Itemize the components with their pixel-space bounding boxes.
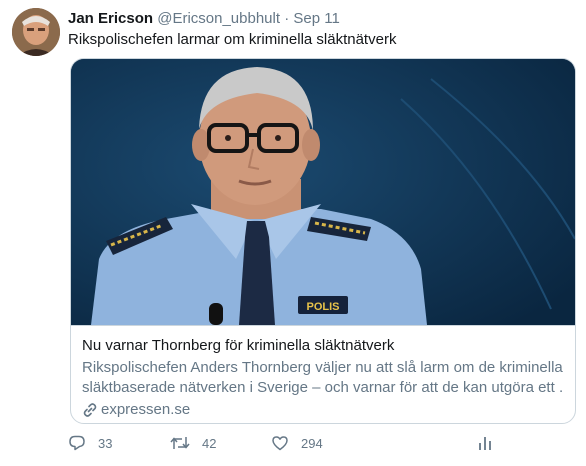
analytics-icon [479, 437, 491, 450]
card-description-line2: släktbaserade nätverken i Sverige – och … [82, 379, 564, 396]
retweet-icon [170, 437, 190, 449]
author-handle[interactable]: @Ericson_ubbhult [157, 10, 280, 27]
card-body[interactable]: Nu varnar Thornberg för kriminella släkt… [71, 325, 575, 423]
tweet-actions: 33 42 294 [68, 434, 578, 456]
card-title[interactable]: Nu varnar Thornberg för kriminella släkt… [82, 336, 564, 356]
retweet-button[interactable]: 42 [170, 434, 216, 452]
card-description-line1: Rikspolischefen Anders Thornberg väljer … [82, 359, 563, 376]
like-count: 294 [301, 435, 323, 451]
analytics-button[interactable] [476, 434, 494, 452]
polis-patch-text: POLIS [306, 301, 339, 313]
avatar[interactable] [12, 8, 60, 56]
like-button[interactable]: 294 [271, 434, 323, 452]
reply-icon [69, 435, 85, 451]
reply-button[interactable]: 33 [68, 434, 112, 452]
card-domain-text: expressen.se [101, 401, 191, 418]
tweet-header: Jan Ericson @Ericson_ubbhult · Sep 11 [68, 9, 340, 29]
link-card[interactable]: POLIS Nu varnar Thornberg för kriminella… [70, 58, 576, 424]
separator-dot: · [284, 10, 290, 27]
link-icon [83, 403, 97, 417]
like-icon [272, 436, 288, 451]
tweet-date[interactable]: Sep 11 [293, 10, 339, 27]
reply-count: 33 [98, 435, 113, 451]
author-name[interactable]: Jan Ericson [68, 10, 153, 27]
card-image[interactable]: POLIS [71, 59, 575, 325]
card-domain[interactable]: expressen.se [82, 400, 564, 420]
tweet-text: Rikspolischefen larmar om kriminella slä… [68, 31, 397, 48]
card-description: Rikspolischefen Anders Thornberg väljer … [82, 358, 564, 398]
retweet-count: 42 [202, 435, 217, 451]
